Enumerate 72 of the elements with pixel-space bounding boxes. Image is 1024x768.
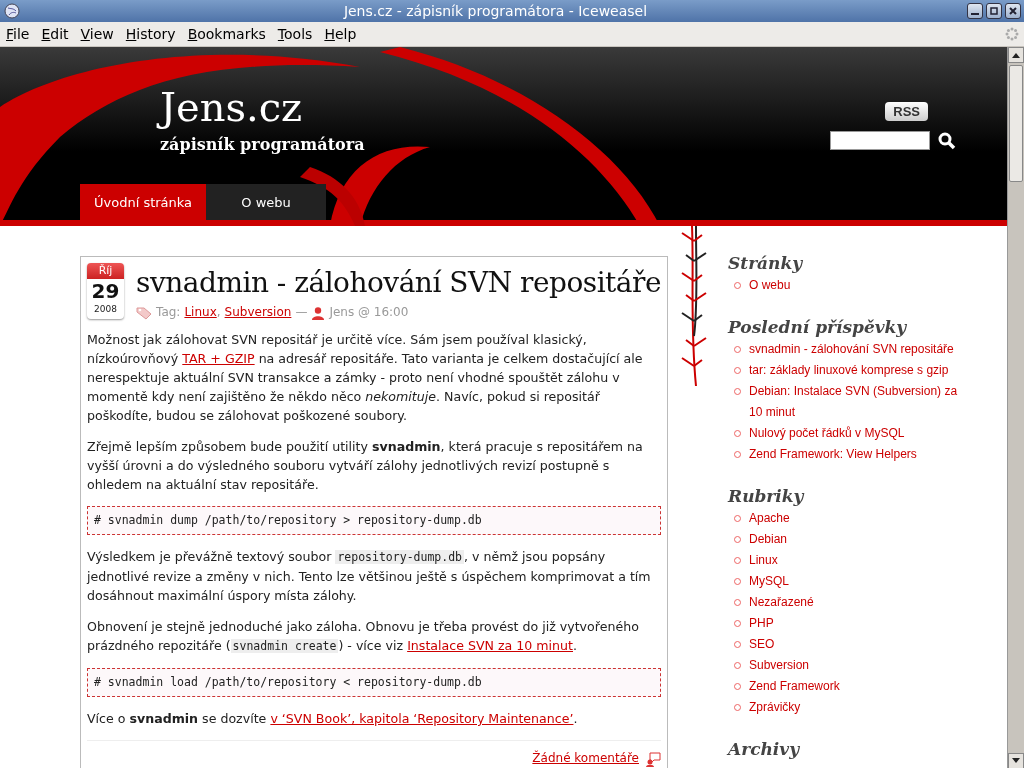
window-title: Jens.cz - zápisník programátora - Iceweasel — [342, 3, 649, 19]
sidebar-link[interactable]: Subversion — [749, 655, 810, 676]
sidebar-link[interactable]: Debian — [749, 529, 788, 550]
inline-code: svnadmin create — [230, 639, 339, 653]
date-month: Říj — [87, 263, 125, 279]
rss-button[interactable]: RSS — [885, 102, 928, 121]
sidebar-link[interactable]: Linux — [749, 550, 778, 571]
sidebar-link[interactable]: svnadmin - zálohování SVN repositáře — [749, 339, 954, 360]
nav-tab[interactable]: Úvodní stránka — [80, 184, 207, 220]
search-icon[interactable] — [938, 131, 956, 150]
date-year: 2008 — [94, 303, 117, 315]
site-tagline: zápisník programátora — [160, 135, 365, 154]
menu-item[interactable]: History — [119, 26, 182, 42]
scroll-thumb[interactable] — [1009, 65, 1023, 182]
maximize-icon — [990, 7, 998, 15]
paragraph: Výsledkem je převážně textový soubor repository-dump.db, v němž jsou popsány jednotlivé revize a změny v nich. Tento lze většinou ještě s úspěchem komprimovat a tím dosáhnout maximální úspory místa zálohy. — [87, 548, 652, 605]
sidebar-link[interactable]: Nulový počet řádků v MySQL — [749, 423, 905, 444]
date-day: 29 — [91, 279, 120, 303]
author-time: Jens @ 16:00 — [329, 304, 409, 321]
sidebar-heading: Rubriky — [728, 485, 806, 507]
menu-item[interactable]: Bookmarks — [181, 26, 272, 42]
scroll-up-button[interactable] — [1008, 47, 1024, 63]
text-link[interactable]: TAR + GZIP — [182, 351, 255, 366]
scrollbar[interactable] — [1007, 47, 1024, 768]
paragraph: Obnovení je stejně jednoduché jako záloha. Obnovu je třeba provést do již vytvořeného prázdného repozitáře (svnadmin create) - více viz Instalace SVN za 10 minut. — [87, 618, 640, 655]
sidebar-link[interactable]: Nezařazené — [749, 592, 814, 613]
menu-item[interactable]: Tools — [271, 26, 319, 42]
menu-item[interactable]: Help — [318, 26, 363, 42]
sidebar-link[interactable]: PHP — [749, 613, 774, 634]
tag-label: Tag: — [156, 304, 181, 321]
paragraph: Více o svnadmin se dozvíte v ‘SVN Book’, kapitola ‘Repository Maintenance’. — [87, 710, 579, 728]
tag-icon — [136, 305, 153, 320]
sidebar-link[interactable]: Zend Framework — [749, 676, 840, 697]
menu-item[interactable]: View — [74, 26, 120, 42]
code-block: # svnadmin dump /path/to/repository > repository-dump.db — [87, 506, 661, 535]
sidebar-link[interactable]: Zend Framework: View Helpers — [749, 444, 917, 465]
sidebar-link[interactable]: Zprávičky — [749, 697, 801, 718]
paragraph: Možnost jak zálohovat SVN repositář je určitě více. Sám jsem používal klasický, nízkoúrovňový TAR + GZIP na adresář repositáře. Tato varianta je celkem dostačující ale nerespektuje aktuální SVN transakce a zámky - proto není vhodné spouštět zálohu v momentě kdy není zajištěno že někdo něco nekomituje. Navíc, pokud si repositář poškodíte, budou se zálohovat poškozené soubory. — [87, 331, 644, 425]
sidebar-heading: Poslední příspěvky — [728, 316, 908, 338]
maximize-button[interactable] — [986, 3, 1002, 19]
globe-icon — [4, 3, 20, 19]
minimize-button[interactable] — [967, 3, 983, 19]
sidebar-link[interactable]: SEO — [749, 634, 775, 655]
close-icon — [1009, 7, 1017, 15]
sidebar-link[interactable]: Apache — [749, 508, 790, 529]
post-title[interactable]: svnadmin - zálohování SVN repositáře — [136, 263, 661, 303]
sidebar-link[interactable]: MySQL — [749, 571, 789, 592]
menu-item[interactable]: File — [0, 26, 36, 42]
sidebar-link[interactable]: O webu — [749, 275, 791, 296]
tag-comma: , — [216, 304, 221, 321]
throbber-icon — [1004, 26, 1020, 42]
menu-item[interactable]: Edit — [35, 26, 75, 42]
down-arrow-icon — [1012, 758, 1020, 764]
sidebar-heading: Archivy — [728, 738, 801, 760]
text-link[interactable]: Instalace SVN za 10 minut — [407, 638, 573, 653]
sidebar-link[interactable]: Debian: Instalace SVN (Subversion) za 10 minut — [749, 381, 968, 423]
text-link[interactable]: v ‘SVN Book’, kapitola ‘Repository Maintenance’ — [270, 711, 574, 726]
nav-tab[interactable]: O webu — [206, 184, 327, 220]
search-field[interactable] — [830, 131, 930, 150]
close-button[interactable] — [1005, 3, 1021, 19]
code-block: # svnadmin load /path/to/repository < repository-dump.db — [87, 668, 661, 697]
meta-separator: — — [295, 304, 308, 321]
person-icon — [311, 305, 326, 320]
up-arrow-icon — [1012, 52, 1020, 58]
inline-code: repository-dump.db — [335, 550, 465, 564]
sidebar-heading: Stránky — [728, 252, 804, 274]
sidebar-link[interactable]: tar: základy linuxové komprese s gzip — [749, 360, 949, 381]
tag-link[interactable]: Subversion — [224, 303, 292, 322]
tag-link[interactable]: Linux — [184, 303, 217, 322]
paragraph: Zřejmě lepším způsobem bude použití utility svnadmin, která pracuje s repositářem na vyšší úrovni a do výsledného souboru vytváří zálohy jednotlivých revizí postupně s ohledem na aktuální stav repositáře. — [87, 438, 644, 494]
comments-link[interactable]: Žádné komentáře — [532, 749, 639, 768]
scroll-down-button[interactable] — [1008, 753, 1024, 768]
